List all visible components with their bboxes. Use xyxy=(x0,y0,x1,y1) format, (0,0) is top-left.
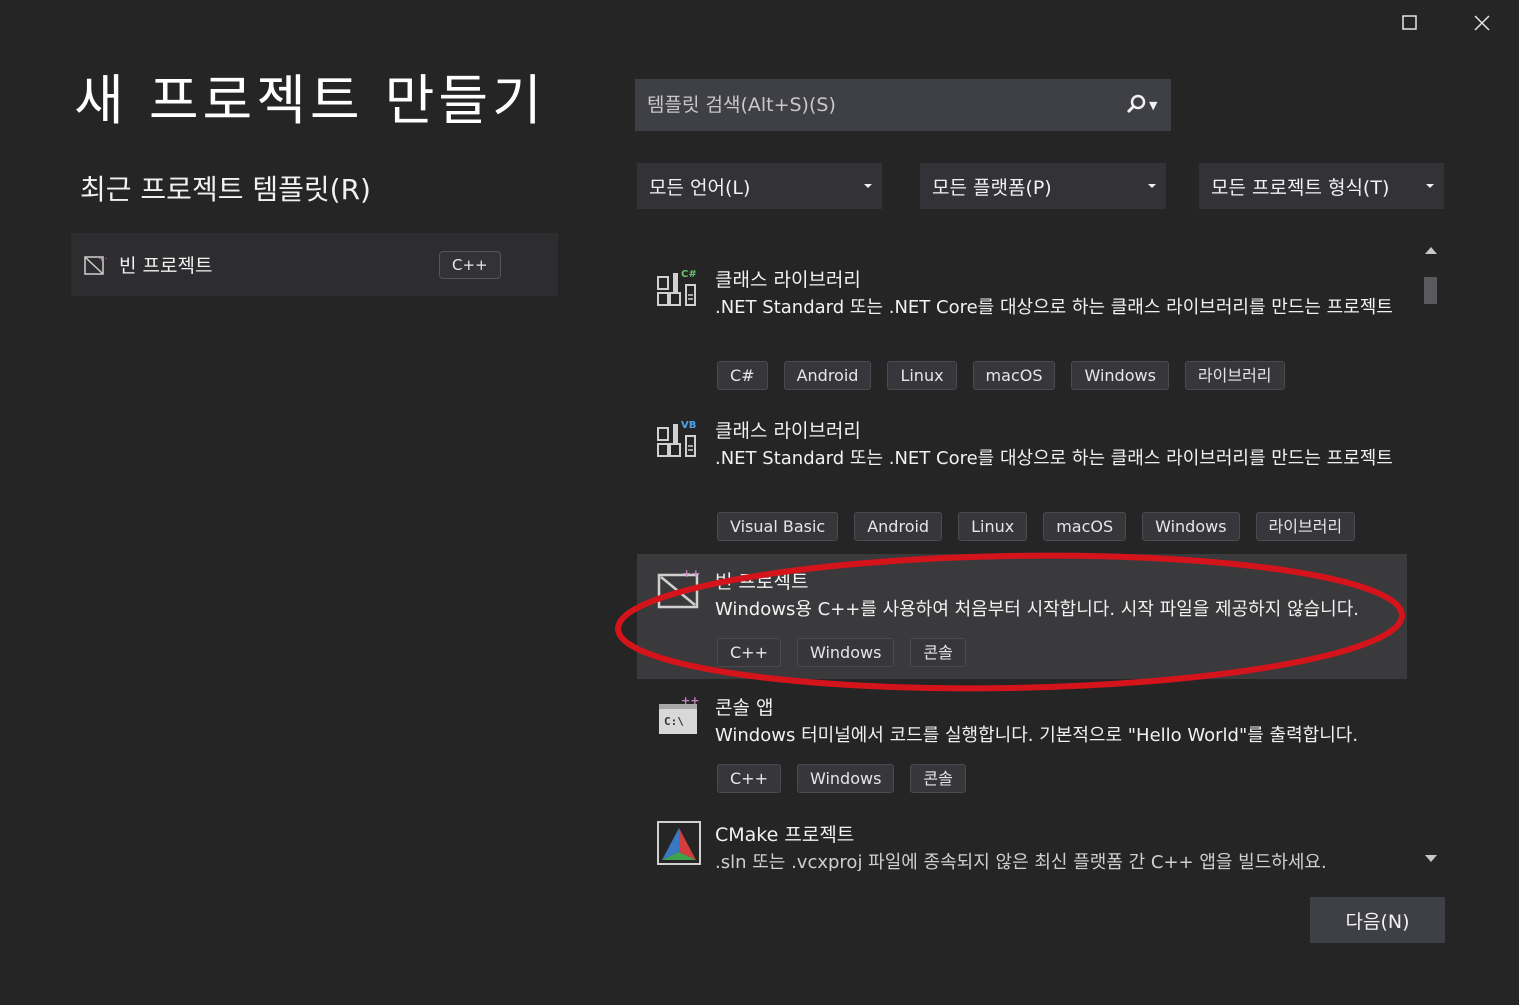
template-tag: C++ xyxy=(717,764,781,793)
template-item[interactable]: C# 클래스 라이브러리 .NET Standard 또는 .NET Core를… xyxy=(637,237,1407,390)
template-tag: Windows xyxy=(1142,512,1240,541)
template-description: Windows용 C++를 사용하여 처음부터 시작합니다. 시작 파일을 제공… xyxy=(715,599,1359,620)
template-description: .sln 또는 .vcxproj 파일에 종속되지 않은 최신 플랫폼 간 C+… xyxy=(715,852,1327,871)
scroll-thumb[interactable] xyxy=(1424,277,1437,304)
recent-template-tag: C++ xyxy=(439,251,501,279)
platform-filter-value: 모든 플랫폼(P) xyxy=(932,176,1052,199)
template-tag: Windows xyxy=(1071,361,1169,390)
template-tag: C# xyxy=(717,361,768,390)
template-title: CMake 프로젝트 xyxy=(715,824,855,846)
class-library-vb-icon: VB xyxy=(657,420,696,457)
template-item-selected[interactable]: ++ 빈 프로젝트 Windows용 C++를 사용하여 처음부터 시작합니다.… xyxy=(637,554,1407,679)
next-button[interactable]: 다음(N) xyxy=(1310,897,1445,943)
platform-filter-dropdown[interactable]: 모든 플랫폼(P) xyxy=(920,163,1166,209)
recent-template-name: 빈 프로젝트 xyxy=(119,255,213,277)
language-filter-dropdown[interactable]: 모든 언어(L) xyxy=(637,163,882,209)
template-tags: C++ Windows 콘솔 xyxy=(717,764,966,793)
template-tag: Linux xyxy=(958,512,1028,541)
recent-templates-heading: 최근 프로젝트 템플릿(R) xyxy=(80,173,371,206)
svg-text:++: ++ xyxy=(98,254,107,263)
template-search-box[interactable]: ▼ xyxy=(635,79,1171,131)
template-description: .NET Standard 또는 .NET Core를 대상으로 하는 클래스 … xyxy=(715,448,1393,469)
template-tag: Visual Basic xyxy=(717,512,839,541)
search-icon[interactable] xyxy=(1125,94,1147,116)
template-item[interactable]: C:\ ++ 콘솔 앱 Windows 터미널에서 코드를 실행합니다. 기본적… xyxy=(637,680,1407,805)
close-icon xyxy=(1474,15,1490,31)
search-options-chevron-icon[interactable]: ▼ xyxy=(1149,99,1159,112)
template-item[interactable]: CMake 프로젝트 .sln 또는 .vcxproj 파일에 종속되지 않은 … xyxy=(637,806,1407,871)
template-list-scrollbar[interactable] xyxy=(1420,237,1442,871)
scroll-down-arrow-icon[interactable] xyxy=(1425,855,1437,862)
search-input[interactable] xyxy=(645,93,1125,117)
template-title: 빈 프로젝트 xyxy=(715,571,809,593)
template-tag: C++ xyxy=(717,638,781,667)
maximize-icon xyxy=(1402,15,1417,30)
template-description: .NET Standard 또는 .NET Core를 대상으로 하는 클래스 … xyxy=(715,297,1393,318)
empty-project-icon: ++ xyxy=(657,567,700,609)
template-tag: 콘솔 xyxy=(910,764,966,793)
vb-badge: VB xyxy=(681,420,696,431)
template-tag: 라이브러리 xyxy=(1255,512,1356,541)
project-type-filter-dropdown[interactable]: 모든 프로젝트 형식(T) xyxy=(1199,163,1444,209)
csharp-badge: C# xyxy=(681,269,697,280)
template-tag: 라이브러리 xyxy=(1184,361,1285,390)
template-tags: Visual Basic Android Linux macOS Windows… xyxy=(717,512,1356,541)
svg-text:++: ++ xyxy=(681,694,699,707)
maximize-button[interactable] xyxy=(1390,8,1430,38)
scroll-up-arrow-icon[interactable] xyxy=(1425,247,1437,254)
project-type-filter-value: 모든 프로젝트 형식(T) xyxy=(1211,176,1390,199)
svg-text:C:\: C:\ xyxy=(664,715,684,728)
recent-template-item[interactable]: ++ 빈 프로젝트 C++ xyxy=(71,233,558,296)
svg-text:++: ++ xyxy=(682,567,700,580)
template-tag: Android xyxy=(783,361,872,390)
close-button[interactable] xyxy=(1462,8,1502,38)
template-tag: macOS xyxy=(1043,512,1127,541)
template-title: 클래스 라이브러리 xyxy=(715,420,861,442)
template-list[interactable]: C# 클래스 라이브러리 .NET Standard 또는 .NET Core를… xyxy=(637,237,1407,871)
chevron-down-icon xyxy=(864,184,872,188)
template-tag: Windows xyxy=(796,764,895,793)
console-app-icon: C:\ ++ xyxy=(659,694,699,734)
template-title: 콘솔 앱 xyxy=(715,697,774,719)
language-filter-value: 모든 언어(L) xyxy=(649,176,751,199)
template-tag: 콘솔 xyxy=(910,638,966,667)
page-title: 새 프로젝트 만들기 xyxy=(74,69,546,132)
empty-project-icon: ++ xyxy=(84,254,107,275)
class-library-csharp-icon: C# xyxy=(657,269,697,306)
template-tags: C++ Windows 콘솔 xyxy=(717,638,966,667)
template-item[interactable]: VB 클래스 라이브러리 .NET Standard 또는 .NET Core를… xyxy=(637,388,1407,541)
chevron-down-icon xyxy=(1148,184,1156,188)
template-title: 클래스 라이브러리 xyxy=(715,269,861,291)
template-tag: Windows xyxy=(796,638,895,667)
cmake-icon xyxy=(657,821,701,865)
template-tag: Linux xyxy=(887,361,957,390)
chevron-down-icon xyxy=(1426,184,1434,188)
template-tag: Android xyxy=(854,512,943,541)
template-description: Windows 터미널에서 코드를 실행합니다. 기본적으로 "Hello Wo… xyxy=(715,725,1359,746)
template-tags: C# Android Linux macOS Windows 라이브러리 xyxy=(717,361,1285,390)
template-tag: macOS xyxy=(972,361,1056,390)
